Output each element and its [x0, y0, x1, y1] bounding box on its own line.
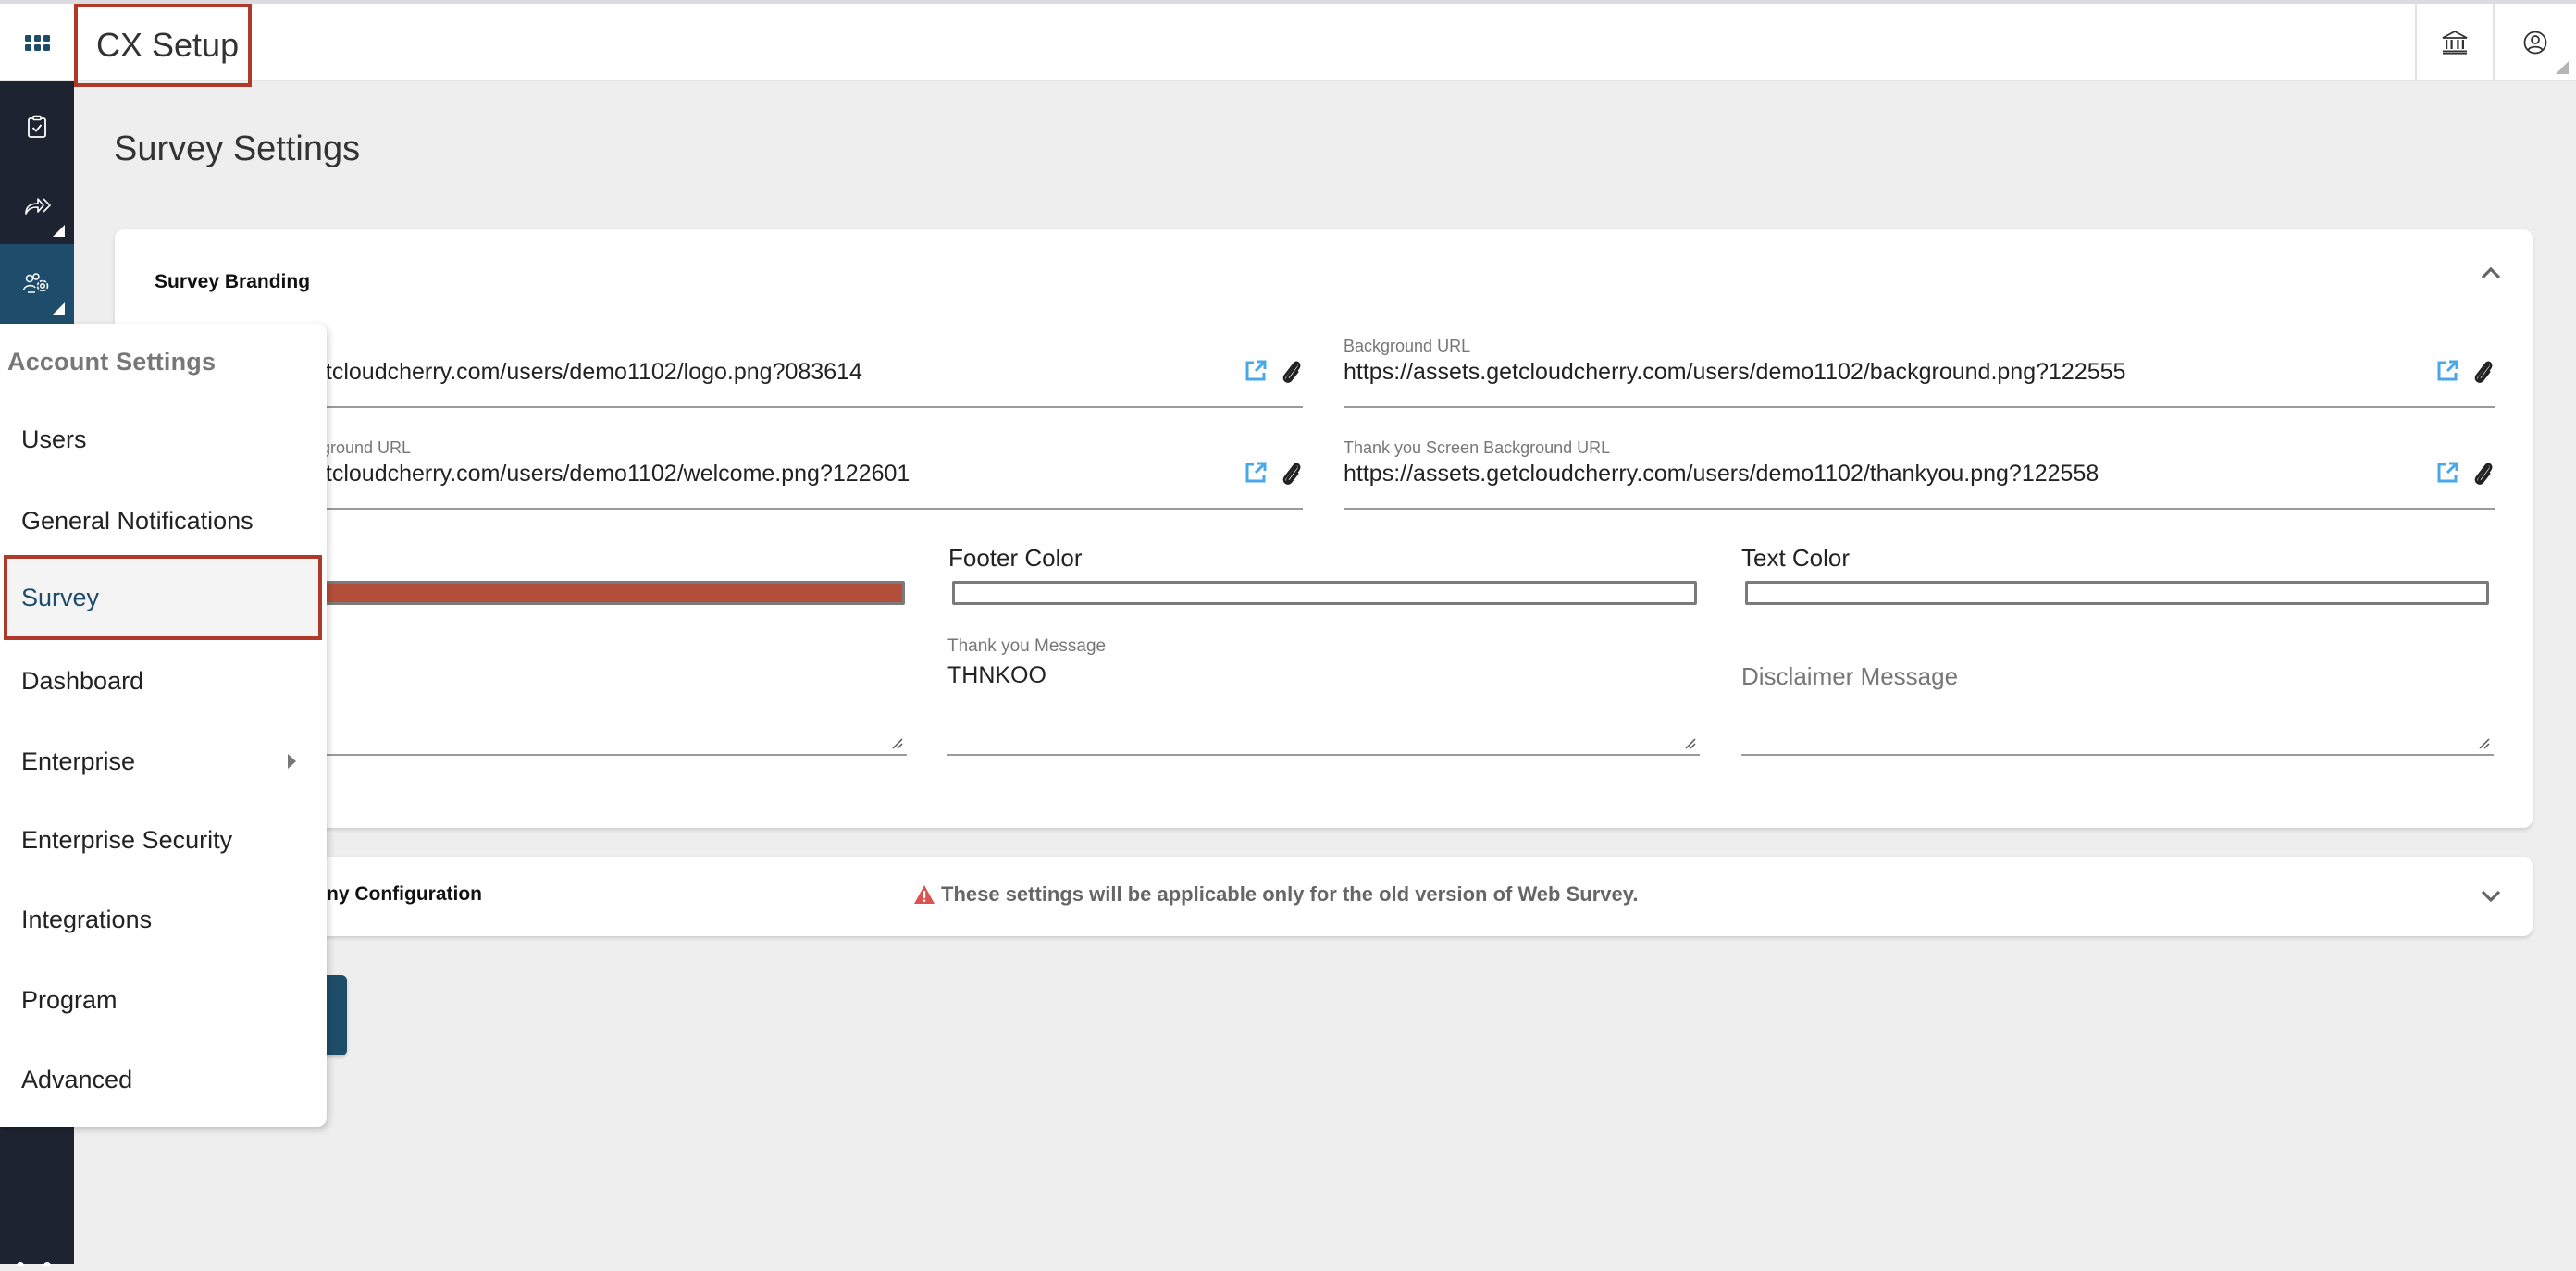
share-forward-icon — [25, 198, 51, 215]
chevron-down-icon — [2481, 890, 2501, 903]
menu-item-label: Program — [21, 985, 118, 1014]
underline — [300, 754, 907, 756]
underline — [313, 406, 1303, 408]
header-color-swatch[interactable] — [300, 581, 905, 605]
thankyou-message-value[interactable]: THNKOO — [947, 662, 1046, 689]
thankyou-message-label: Thank you Message — [947, 636, 1107, 656]
clipboard-check-icon — [28, 115, 46, 138]
menu-item-label: Dashboard — [21, 666, 144, 695]
menu-item-label: General Notifications — [21, 506, 254, 535]
text-color-field[interactable]: Text Color — [1741, 544, 2489, 618]
logo-url-value[interactable]: etcloudcherry.com/users/demo1102/logo.pn… — [313, 359, 862, 386]
menu-item-program[interactable]: Program — [4, 960, 322, 1040]
underline — [947, 754, 1700, 756]
apps-menu-button[interactable] — [0, 4, 74, 81]
account-settings-menu: Account Settings Users General Notificat… — [0, 324, 327, 1127]
legacy-warning-text: These settings will be applicable only f… — [941, 882, 1639, 906]
thankyou-background-url-label: Thank you Screen Background URL — [1344, 438, 1611, 457]
user-account-button[interactable] — [2493, 4, 2576, 81]
attachment-icon[interactable] — [2472, 459, 2493, 487]
apps-grid-icon — [24, 34, 50, 51]
menu-item-label: Enterprise Security — [21, 825, 233, 854]
text-color-label: Text Color — [1741, 544, 1851, 572]
open-link-icon[interactable] — [1244, 461, 1268, 485]
legacy-configuration-title: ny Configuration — [327, 883, 482, 905]
text-color-swatch[interactable] — [1745, 581, 2489, 605]
menu-item-label: Users — [21, 425, 87, 453]
nav-item-surveys[interactable] — [0, 87, 74, 167]
user-account-icon — [2523, 31, 2547, 55]
menu-item-advanced[interactable]: Advanced — [4, 1040, 322, 1119]
welcome-background-url-label: kground URL — [313, 438, 412, 457]
footer-color-label: Footer Color — [948, 544, 1083, 572]
collapse-button[interactable] — [2477, 259, 2505, 287]
disclaimer-message-placeholder: Disclaimer Message — [1741, 662, 1959, 690]
background-url-label: Background URL — [1344, 337, 1471, 355]
resize-grip-icon[interactable] — [890, 736, 903, 749]
thankyou-background-url-field[interactable]: Thank you Screen Background URL https://… — [1344, 438, 2495, 512]
footer-color-swatch[interactable] — [952, 581, 1697, 605]
underline — [1344, 508, 2495, 510]
submenu-indicator-icon — [53, 225, 65, 237]
menu-item-label: Integrations — [21, 905, 153, 933]
welcome-background-url-value[interactable]: etcloudcherry.com/users/demo1102/welcome… — [313, 461, 910, 487]
header-color-field[interactable] — [300, 544, 905, 618]
menu-item-dashboard[interactable]: Dashboard — [4, 641, 322, 721]
open-link-icon[interactable] — [1244, 359, 1268, 383]
nav-more-icon[interactable] — [0, 1254, 74, 1269]
dropdown-indicator-icon — [2556, 61, 2569, 74]
users-gear-icon — [22, 273, 49, 293]
legacy-configuration-panel[interactable]: ny Configuration These settings will be … — [115, 857, 2533, 936]
footer-color-field[interactable]: Footer Color — [948, 544, 1697, 618]
open-link-icon[interactable] — [2435, 461, 2459, 485]
menu-item-enterprise[interactable]: Enterprise — [4, 722, 322, 801]
menu-item-users[interactable]: Users — [4, 400, 322, 479]
chevron-up-icon — [2481, 266, 2501, 279]
warning-icon — [914, 885, 935, 904]
menu-item-label: Enterprise — [21, 747, 136, 775]
page-title: Survey Settings — [114, 130, 361, 168]
underline — [1741, 754, 2494, 756]
legacy-warning: These settings will be applicable only f… — [913, 882, 1638, 907]
attachment-icon[interactable] — [2472, 357, 2493, 385]
bank-icon — [2442, 31, 2468, 55]
caret-right-icon — [288, 754, 296, 769]
menu-item-survey[interactable]: Survey — [4, 555, 322, 640]
submenu-indicator-icon — [53, 302, 65, 315]
attachment-icon[interactable] — [1281, 357, 1301, 385]
account-settings-menu-title: Account Settings — [7, 348, 217, 376]
nav-item-distribution[interactable] — [0, 167, 74, 246]
resize-grip-icon[interactable] — [2477, 736, 2490, 749]
thankyou-message-textarea[interactable]: Thank you Message THNKOO — [947, 636, 1700, 757]
resize-grip-icon[interactable] — [1683, 736, 1696, 749]
menu-item-enterprise-security[interactable]: Enterprise Security — [4, 800, 322, 880]
open-link-icon[interactable] — [2435, 359, 2459, 383]
organization-button[interactable] — [2415, 4, 2493, 81]
disclaimer-message-textarea[interactable]: Disclaimer Message — [1741, 636, 2494, 757]
nav-item-account-settings[interactable] — [0, 244, 74, 324]
top-header: CX Setup — [0, 0, 2576, 87]
expand-button[interactable] — [2477, 882, 2505, 910]
underline — [313, 508, 1303, 510]
menu-item-general-notifications[interactable]: General Notifications — [4, 481, 322, 561]
menu-item-label: Survey — [21, 583, 100, 611]
menu-item-integrations[interactable]: Integrations — [4, 880, 322, 959]
background-url-value[interactable]: https://assets.getcloudcherry.com/users/… — [1344, 359, 2125, 386]
attachment-icon[interactable] — [1281, 459, 1301, 487]
welcome-message-textarea[interactable] — [300, 636, 907, 757]
survey-branding-title: Survey Branding — [155, 271, 311, 292]
thankyou-background-url-value[interactable]: https://assets.getcloudcherry.com/users/… — [1344, 461, 2099, 487]
menu-item-label: Advanced — [21, 1065, 133, 1093]
underline — [1344, 406, 2495, 408]
survey-branding-panel: Survey Branding etcloudcherry.com/users/… — [115, 229, 2533, 828]
app-title: CX Setup — [74, 4, 252, 87]
background-url-field[interactable]: Background URL https://assets.getcloudch… — [1344, 337, 2495, 411]
